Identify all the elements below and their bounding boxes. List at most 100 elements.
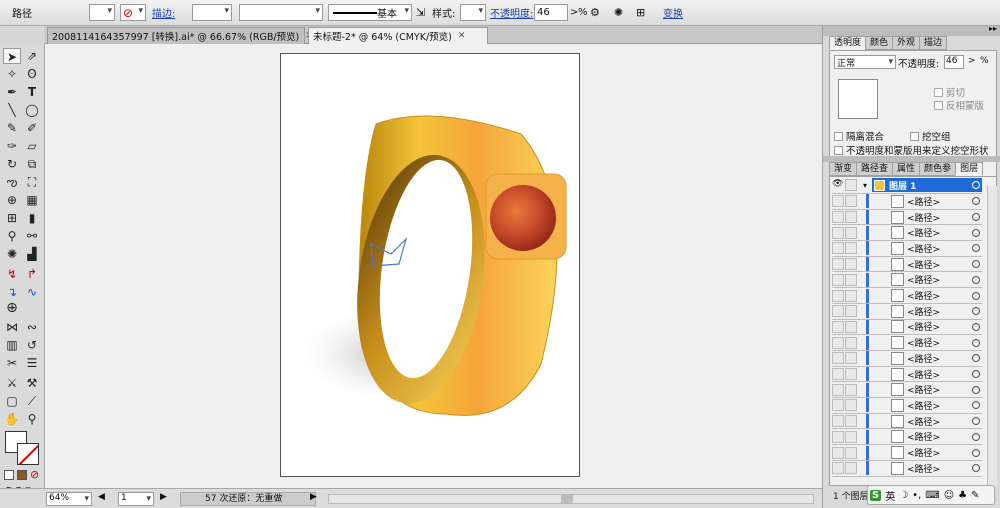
list-tool-icon[interactable]: ☰: [23, 355, 41, 371]
panel-opacity-arrow-icon[interactable]: >: [968, 56, 976, 66]
lock-toggle[interactable]: [845, 195, 857, 208]
moon-icon[interactable]: ☽: [899, 490, 908, 501]
target-icon[interactable]: [972, 448, 980, 457]
lock-toggle[interactable]: [845, 399, 857, 412]
recolor-icon[interactable]: ⚙: [590, 4, 600, 21]
lock-toggle[interactable]: [845, 383, 857, 396]
stroke-link[interactable]: 描边:: [152, 4, 175, 21]
direct-selection-tool-icon[interactable]: ⇗: [23, 48, 41, 64]
target-icon[interactable]: [972, 354, 980, 363]
target-icon[interactable]: [972, 370, 980, 379]
sublayer-row[interactable]: <路径>: [832, 414, 982, 430]
visibility-toggle[interactable]: [832, 320, 844, 333]
target-icon[interactable]: [972, 213, 980, 222]
transform-link[interactable]: 变换: [663, 4, 683, 21]
lock-toggle[interactable]: [845, 226, 857, 239]
status-menu-icon[interactable]: ▶: [310, 492, 317, 502]
sublayer-row[interactable]: <路径>: [832, 241, 982, 257]
pencil-tool-icon[interactable]: ✐: [23, 120, 41, 136]
perspective-grid-tool-icon[interactable]: ▦: [23, 192, 41, 208]
visibility-toggle[interactable]: [832, 195, 844, 208]
visibility-toggle[interactable]: [832, 368, 844, 381]
tab-appearance[interactable]: 外观: [892, 36, 921, 50]
width-tool-icon[interactable]: ↯: [3, 266, 21, 282]
invert-mask-checkbox[interactable]: 反相蒙版: [934, 98, 984, 112]
target-icon[interactable]: [972, 322, 980, 331]
sublayer-row[interactable]: <路径>: [832, 319, 982, 336]
opacity-input[interactable]: 46: [534, 4, 568, 21]
eyedropper-tool-icon[interactable]: ⚲: [3, 228, 21, 244]
lock-toggle[interactable]: [845, 273, 857, 286]
visibility-toggle[interactable]: [832, 383, 844, 396]
tab-color-guide[interactable]: 颜色参: [919, 162, 957, 176]
visibility-toggle[interactable]: [832, 336, 844, 349]
paintbrush-tool-icon[interactable]: ✎: [3, 120, 21, 136]
rotate-tool-icon[interactable]: ↻: [3, 156, 21, 172]
tab-gradient[interactable]: 渐变: [829, 162, 858, 176]
visibility-toggle[interactable]: [832, 399, 844, 412]
crosshair-tool-icon[interactable]: ⊕: [3, 300, 21, 316]
lock-toggle[interactable]: [845, 258, 857, 271]
stroke-color-swatch[interactable]: [17, 443, 39, 465]
visibility-toggle[interactable]: [832, 462, 844, 475]
target-icon[interactable]: [972, 432, 980, 441]
anchor-tool-icon[interactable]: ↴: [3, 284, 21, 300]
next-artboard-icon[interactable]: ▶: [160, 492, 167, 502]
visibility-toggle[interactable]: [832, 242, 844, 255]
layers-scrollbar[interactable]: [987, 186, 997, 486]
target-icon[interactable]: [972, 275, 980, 284]
opacity-link[interactable]: 不透明度:: [490, 4, 533, 21]
sublayer-row[interactable]: <路径>: [832, 194, 982, 210]
twirl-tool-icon[interactable]: ↺: [23, 337, 41, 353]
sublayer-row[interactable]: <路径>: [832, 272, 982, 289]
sublayer-row[interactable]: <路径>: [832, 288, 982, 304]
lock-toggle[interactable]: [845, 415, 857, 428]
clip-checkbox[interactable]: 剪切: [934, 85, 965, 99]
align-icon[interactable]: ⊞: [636, 4, 645, 21]
target-icon[interactable]: [972, 197, 980, 206]
punctuation-icon[interactable]: •,: [912, 490, 921, 501]
stroke-swatch-dropdown[interactable]: ⊘: [120, 4, 146, 21]
graph-tool-icon[interactable]: ▟: [23, 246, 41, 262]
lock-toggle[interactable]: [845, 368, 857, 381]
sublayer-row[interactable]: <路径>: [832, 461, 982, 477]
type-tool-icon[interactable]: T: [23, 84, 41, 100]
skin-icon[interactable]: ♣: [958, 490, 967, 501]
visibility-toggle[interactable]: [832, 430, 844, 443]
brush-options-icon[interactable]: ⇲: [416, 4, 425, 21]
target-icon[interactable]: [972, 228, 980, 237]
sublayer-row[interactable]: <路径>: [832, 351, 982, 367]
lasso-tool-icon[interactable]: ʘ: [23, 66, 41, 82]
sublayer-row[interactable]: <路径>: [832, 367, 982, 383]
visibility-toggle[interactable]: [832, 415, 844, 428]
sublayer-row[interactable]: <路径>: [832, 445, 982, 461]
artboard-dropdown[interactable]: 1: [118, 492, 154, 506]
none-mode-icon[interactable]: ⊘: [30, 468, 39, 481]
brush-definition-dropdown[interactable]: 基本: [328, 4, 412, 21]
blend-mode-dropdown[interactable]: 正常: [834, 55, 896, 69]
sublayer-row[interactable]: <路径>: [832, 257, 982, 273]
artboard[interactable]: [280, 53, 580, 477]
visibility-toggle[interactable]: [832, 226, 844, 239]
lock-toggle[interactable]: [845, 430, 857, 443]
knockout-group-checkbox[interactable]: 挖空组: [910, 129, 951, 143]
column-graph-tool-icon[interactable]: ▥: [3, 337, 21, 353]
visibility-toggle[interactable]: [832, 352, 844, 365]
graphic-style-dropdown[interactable]: [460, 4, 486, 21]
corner-tool-icon[interactable]: ↱: [23, 266, 41, 282]
visibility-toggle[interactable]: [832, 305, 844, 318]
gradient-mode-icon[interactable]: [17, 470, 27, 480]
lock-toggle[interactable]: [845, 352, 857, 365]
smooth-tool-icon[interactable]: ∿: [23, 284, 41, 300]
lock-toggle[interactable]: [845, 462, 857, 475]
visibility-toggle[interactable]: [832, 289, 844, 302]
layer-row[interactable]: 👁 ▾ 图层 1: [832, 178, 982, 194]
envelope-tool-icon[interactable]: ⋈: [3, 319, 21, 335]
target-icon[interactable]: [972, 338, 980, 347]
line-tool-icon[interactable]: ╲: [3, 102, 21, 118]
magic-wand-tool-icon[interactable]: ✧: [3, 66, 21, 82]
blend-tool-icon[interactable]: ⚯: [23, 228, 41, 244]
fill-swatch-dropdown[interactable]: [89, 4, 115, 21]
blob-brush-tool-icon[interactable]: ✑: [3, 138, 21, 154]
lock-toggle[interactable]: [845, 336, 857, 349]
